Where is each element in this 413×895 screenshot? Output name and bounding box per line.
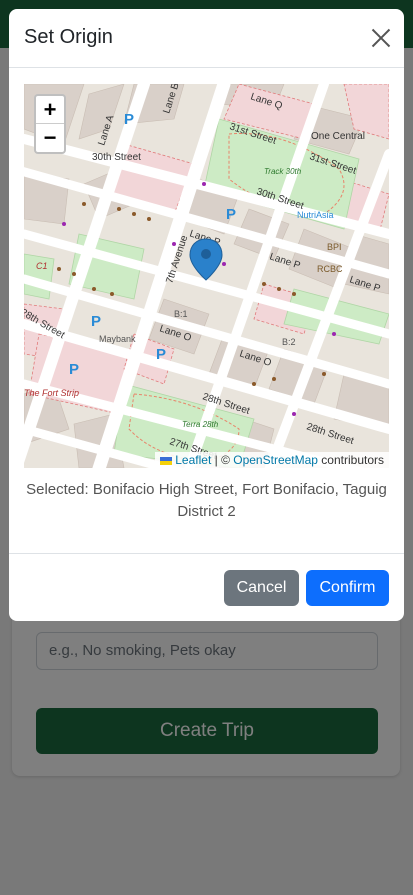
map-attribution: Leaflet | © OpenStreetMap contributors (155, 452, 389, 468)
svg-text:One Central: One Central (311, 131, 365, 142)
leaflet-link[interactable]: Leaflet (175, 453, 211, 467)
svg-text:C1: C1 (36, 261, 48, 271)
svg-text:P: P (91, 313, 101, 330)
modal-title: Set Origin (24, 26, 113, 48)
cancel-button[interactable]: Cancel (224, 570, 299, 606)
ukraine-flag-icon (160, 456, 173, 465)
zoom-in-button[interactable]: + (36, 96, 64, 124)
svg-text:Terra 28th: Terra 28th (182, 420, 219, 429)
svg-text:B:2: B:2 (282, 337, 296, 347)
svg-text:P: P (156, 346, 166, 363)
close-icon[interactable] (370, 27, 392, 49)
modal-header: Set Origin (9, 9, 404, 68)
svg-text:Maybank: Maybank (99, 334, 136, 344)
svg-text:RCBC: RCBC (317, 264, 343, 274)
selected-location-text: Selected: Bonifacio High Street, Fort Bo… (26, 481, 387, 520)
svg-text:NutriAsia: NutriAsia (297, 210, 334, 220)
zoom-control: + − (34, 94, 66, 154)
zoom-out-button[interactable]: − (36, 124, 64, 152)
svg-text:Track 30th: Track 30th (264, 167, 302, 176)
attribution-separator: | © (211, 453, 234, 467)
svg-text:The Fort Strip: The Fort Strip (24, 388, 79, 398)
set-origin-modal: Set Origin P P P P P Lane Q 31st Street … (9, 9, 404, 621)
svg-text:P: P (69, 361, 79, 378)
confirm-button[interactable]: Confirm (306, 570, 389, 606)
svg-text:B:1: B:1 (174, 309, 188, 319)
map-tiles[interactable]: PP PPP Lane Q 31st Street 31st Street On… (24, 84, 389, 468)
svg-text:30th Street: 30th Street (92, 152, 141, 163)
attribution-contributors: contributors (317, 453, 384, 467)
svg-text:BPI: BPI (327, 242, 342, 252)
svg-text:P: P (124, 111, 134, 128)
openstreetmap-link[interactable]: OpenStreetMap (233, 453, 318, 467)
map[interactable]: PP PPP Lane Q 31st Street 31st Street On… (24, 84, 389, 468)
modal-footer: Cancel Confirm (9, 553, 404, 621)
svg-text:P: P (226, 206, 236, 223)
